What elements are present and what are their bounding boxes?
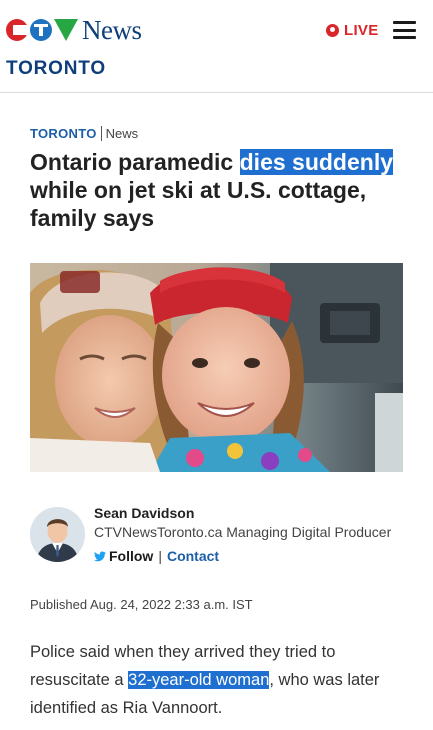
ctv-logo-v-icon: [54, 19, 78, 41]
breadcrumb-divider: [100, 126, 102, 141]
ctv-logo-c-icon: [6, 19, 28, 41]
contact-link[interactable]: Contact: [167, 548, 219, 564]
breadcrumb-section-link[interactable]: TORONTO: [30, 126, 97, 141]
author-role: CTVNewsToronto.ca Managing Digital Produ…: [94, 524, 392, 540]
headline-highlighted-text: dies suddenly: [239, 149, 393, 175]
link-separator: |: [158, 548, 162, 564]
region-title[interactable]: TORONTO: [6, 58, 106, 80]
body-highlighted-text: 32-year-old woman: [128, 671, 270, 689]
headline-text-after: while on jet ski at U.S. cottage, family…: [30, 177, 367, 231]
hamburger-menu-icon[interactable]: [393, 21, 416, 39]
article-photo[interactable]: [30, 263, 403, 472]
live-label: LIVE: [344, 22, 379, 39]
live-button[interactable]: LIVE: [326, 22, 379, 39]
ctv-news-logo[interactable]: News: [6, 14, 142, 46]
article-body-paragraph: Police said when they arrived they tried…: [30, 638, 415, 722]
breadcrumb-subsection-link[interactable]: News: [106, 126, 139, 141]
follow-button[interactable]: Follow: [94, 548, 153, 564]
author-links: Follow | Contact: [94, 548, 219, 564]
twitter-bird-icon: [94, 551, 106, 561]
live-dot-icon: [326, 24, 339, 37]
published-timestamp: Published Aug. 24, 2022 2:33 a.m. IST: [30, 597, 253, 612]
follow-label: Follow: [109, 548, 154, 564]
brand-name: News: [82, 14, 142, 45]
author-block: Sean Davidson CTVNewsToronto.ca Managing…: [30, 505, 410, 575]
headline-text-before: Ontario paramedic: [30, 149, 240, 175]
author-avatar[interactable]: [30, 507, 85, 562]
article-headline: Ontario paramedic dies suddenly while on…: [30, 148, 410, 232]
site-header: News LIVE TORONTO: [0, 0, 433, 93]
author-name[interactable]: Sean Davidson: [94, 505, 194, 521]
breadcrumb: TORONTO News: [30, 126, 138, 141]
ctv-logo-t-icon: [30, 19, 52, 41]
